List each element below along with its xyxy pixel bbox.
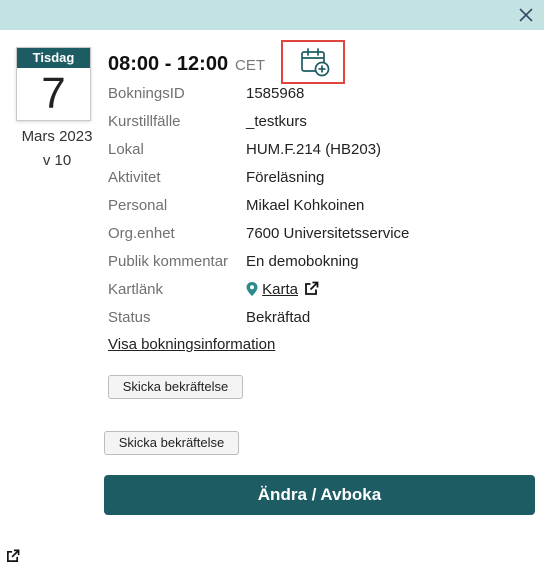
row-label: Org.enhet (108, 225, 175, 242)
map-link[interactable]: Karta (262, 281, 298, 298)
date-badge: Tisdag 7 (16, 47, 91, 121)
close-icon[interactable] (516, 5, 536, 25)
row-value: Mikael Kohkoinen (246, 197, 365, 214)
external-link-icon[interactable] (6, 549, 20, 563)
row-value: _testkurs (246, 113, 307, 130)
change-cancel-button[interactable]: Ändra / Avboka (104, 475, 535, 515)
row-label: Kurstillfälle (108, 113, 181, 130)
row-label: Personal (108, 197, 168, 214)
row-value: Föreläsning (246, 169, 325, 186)
row-label: Status (108, 309, 151, 326)
send-confirmation-button[interactable]: Skicka bekräftelse (108, 375, 243, 399)
week-number: v 10 (42, 152, 72, 169)
day-number: 7 (41, 69, 66, 118)
timezone: CET (235, 57, 265, 74)
row-label: Kartlänk (108, 281, 164, 298)
external-link-icon[interactable] (304, 281, 319, 296)
row-value: 7600 Universitetsservice (246, 225, 410, 242)
send-confirmation-button-2[interactable]: Skicka bekräftelse (104, 431, 239, 455)
row-label: Publik kommentar (108, 253, 229, 270)
top-bar (0, 0, 544, 30)
show-booking-info-link[interactable]: Visa bokningsinformation (108, 336, 275, 353)
row-label: BokningsID (108, 85, 185, 102)
month-year: Mars 2023 (21, 128, 93, 145)
map-link-container: Karta (246, 280, 319, 300)
row-value: En demobokning (246, 253, 359, 270)
row-label: Lokal (108, 141, 144, 158)
row-value: 1585968 (246, 85, 305, 102)
row-label: Aktivitet (108, 169, 161, 186)
weekday-label: Tisdag (17, 48, 90, 68)
time-range: 08:00 - 12:00 (108, 53, 229, 75)
row-value: HUM.F.214 (HB203) (246, 141, 382, 158)
map-pin-icon (246, 282, 258, 296)
calendar-add-icon[interactable] (300, 47, 330, 77)
row-value: Bekräftad (246, 309, 311, 326)
